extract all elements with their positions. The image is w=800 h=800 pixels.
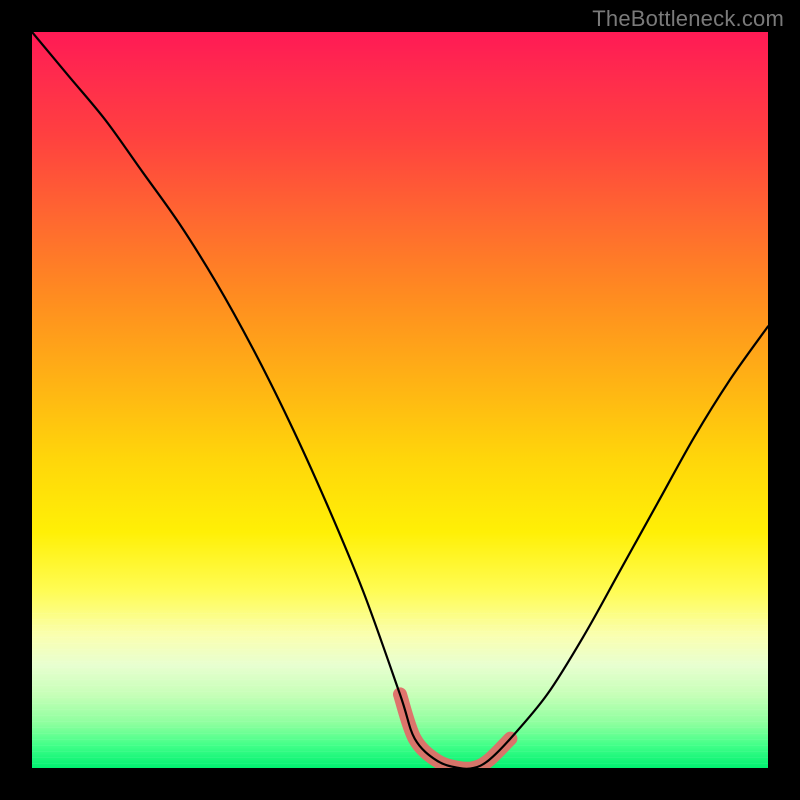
bottleneck-curve-line: [32, 32, 768, 768]
chart-svg: [32, 32, 768, 768]
chart-frame: TheBottleneck.com: [0, 0, 800, 800]
plot-area: [32, 32, 768, 768]
watermark-label: TheBottleneck.com: [592, 6, 784, 32]
